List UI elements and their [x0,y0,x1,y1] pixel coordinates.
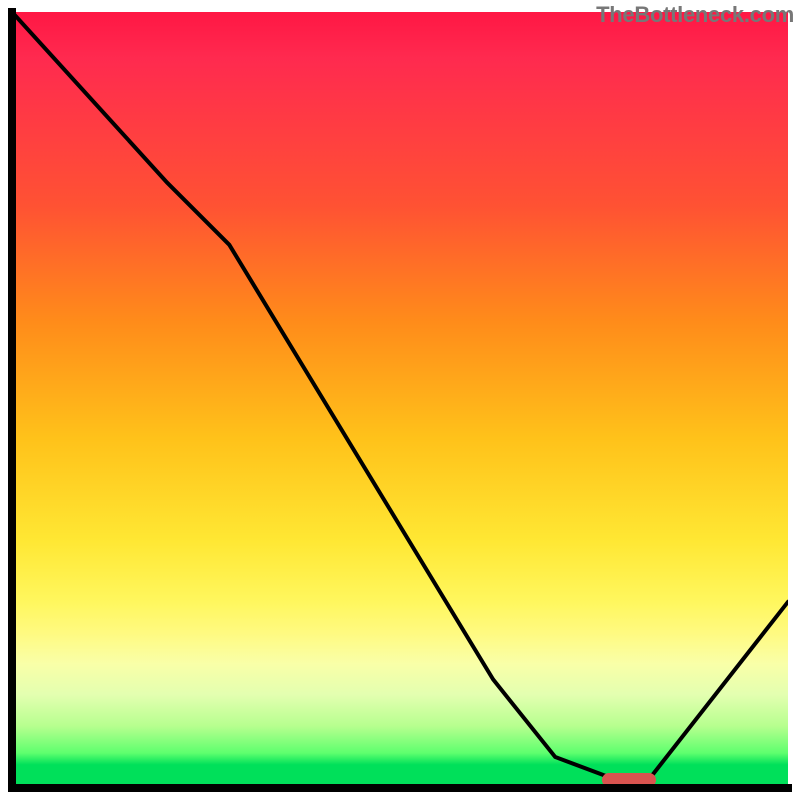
watermark-text: TheBottleneck.com [596,2,794,28]
plot-area [12,12,788,788]
bottleneck-chart: TheBottleneck.com [0,0,800,800]
optimal-zone-marker [602,773,656,787]
